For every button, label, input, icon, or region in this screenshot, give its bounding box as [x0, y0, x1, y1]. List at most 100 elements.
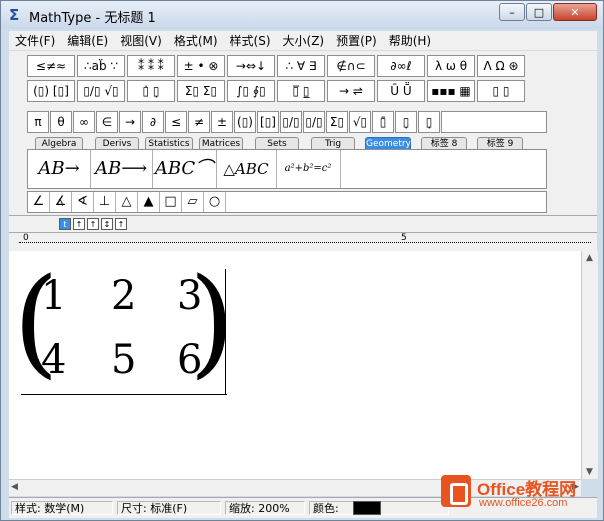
- arrows-palette-button[interactable]: →⇔↓: [227, 55, 275, 77]
- long-vector-ab-template[interactable]: AB⟶: [90, 150, 153, 188]
- relations-palette-button[interactable]: ≤≠≈: [27, 55, 75, 77]
- color-swatch: [353, 501, 381, 515]
- subscript-template-button[interactable]: ▯̣: [395, 111, 417, 133]
- infinity-symbol-button[interactable]: ∞: [73, 111, 95, 133]
- subscript-left-template-button[interactable]: ▯̣: [418, 111, 440, 133]
- circle-icon[interactable]: ○: [204, 192, 226, 212]
- square-icon[interactable]: □: [160, 192, 182, 212]
- triangle-abc-template[interactable]: △ABC: [216, 150, 277, 188]
- menu-format[interactable]: 格式(M): [168, 32, 224, 49]
- labeled-arrows-palette-button[interactable]: → ⇌: [327, 80, 375, 102]
- arc-abc-template[interactable]: ABC⌒: [152, 150, 217, 188]
- maximize-button[interactable]: □: [526, 3, 552, 21]
- small-fraction-template-button[interactable]: ▯/▯: [303, 111, 325, 133]
- size-full-button[interactable]: t: [59, 218, 71, 230]
- menu-preferences[interactable]: 预置(P): [330, 32, 383, 49]
- mathtype-window: Σ MathType - 无标题 1 – □ ✕ 文件(F) 编辑(E) 视图(…: [0, 0, 604, 521]
- menu-help[interactable]: 帮助(H): [383, 32, 437, 49]
- vertical-scrollbar[interactable]: ▲ ▼: [581, 251, 598, 479]
- ruler-mark-5: 5: [401, 233, 407, 243]
- scroll-up-icon[interactable]: ▲: [586, 253, 593, 263]
- greek-uppercase-palette-button[interactable]: Λ Ω ⊛: [477, 55, 525, 77]
- parentheses-template-button[interactable]: (▯): [234, 111, 256, 133]
- summations-palette-button[interactable]: Σ▯ Σ▯: [177, 80, 225, 102]
- theta-symbol-button[interactable]: θ: [50, 111, 72, 133]
- title-bar: Σ MathType - 无标题 1 – □ ✕: [1, 1, 603, 29]
- watermark-url: www.office26.com: [479, 497, 568, 509]
- menu-bar: 文件(F) 编辑(E) 视图(V) 格式(M) 样式(S) 大小(Z) 预置(P…: [9, 31, 597, 50]
- boxes-palette-button[interactable]: ▯ ▯: [477, 80, 525, 102]
- logical-palette-button[interactable]: ∴ ∀ ∃: [277, 55, 325, 77]
- bars-palette-button[interactable]: ▯̅ ▯̲: [277, 80, 325, 102]
- matrix-cell-r2c3[interactable]: 6: [177, 337, 202, 383]
- fraction-template-button[interactable]: ▯/▯: [280, 111, 302, 133]
- matrix-cell-r2c2[interactable]: 5: [111, 337, 136, 383]
- sum-template-button[interactable]: Σ▯: [326, 111, 348, 133]
- matrix-cell-r2c1[interactable]: 4: [41, 337, 66, 383]
- size-toolbar: t ↑ ↑ ↕ ↑: [9, 215, 597, 233]
- geometry-templates: AB→ AB⟶ ABC⌒ △ABC a²+b²=c²: [27, 149, 547, 189]
- partial-symbol-button[interactable]: ∂: [142, 111, 164, 133]
- arrow-symbol-button[interactable]: →: [119, 111, 141, 133]
- menu-size[interactable]: 大小(Z): [277, 32, 331, 49]
- minimize-button[interactable]: –: [499, 3, 525, 21]
- plus-minus-symbol-button[interactable]: ±: [211, 111, 233, 133]
- status-zoom: 缩放: 200%: [225, 501, 305, 515]
- angle-icon[interactable]: ∠: [28, 192, 50, 212]
- fractions-radicals-palette-button[interactable]: ▯∕▯ √▯: [77, 80, 125, 102]
- size-symbol-button[interactable]: ↕: [101, 218, 113, 230]
- parallelogram-icon[interactable]: ▱: [182, 192, 204, 212]
- measured-angle-icon[interactable]: ∡: [50, 192, 72, 212]
- subscripts-palette-button[interactable]: ▯̇ ▯̣: [127, 80, 175, 102]
- products-palette-button[interactable]: Ū Ṻ: [377, 80, 425, 102]
- spherical-angle-icon[interactable]: ∢: [72, 192, 94, 212]
- office-logo-icon: [441, 475, 471, 507]
- operators-palette-button[interactable]: ± • ⊗: [177, 55, 225, 77]
- matrices-palette-button[interactable]: ▪▪▪ ▦: [427, 80, 475, 102]
- menu-edit[interactable]: 编辑(E): [61, 32, 114, 49]
- scroll-left-icon[interactable]: ◀: [11, 482, 18, 492]
- office26-watermark: Office教程网 www.office26.com: [441, 469, 601, 517]
- size-sub-subscript-button[interactable]: ↑: [87, 218, 99, 230]
- menu-view[interactable]: 视图(V): [114, 32, 168, 49]
- equation-editor[interactable]: ( ) 1 2 3 4 5 6: [9, 251, 581, 479]
- matrix-2x3[interactable]: ( ) 1 2 3 4 5 6: [13, 261, 235, 393]
- size-subscript-button[interactable]: ↑: [73, 218, 85, 230]
- insertion-cursor: [225, 269, 226, 395]
- perpendicular-icon[interactable]: ⊥: [94, 192, 116, 212]
- ruler-mark-0: 0: [23, 233, 29, 243]
- greek-lowercase-palette-button[interactable]: λ ω θ: [427, 55, 475, 77]
- misc-symbols-palette-button[interactable]: ∂∞ℓ: [377, 55, 425, 77]
- not-equal-symbol-button[interactable]: ≠: [188, 111, 210, 133]
- window-title: MathType - 无标题 1: [29, 11, 156, 26]
- matrix-cell-r1c3[interactable]: 3: [177, 273, 202, 319]
- overbar-template-button[interactable]: ▯̄: [372, 111, 394, 133]
- brackets-template-button[interactable]: [▯]: [257, 111, 279, 133]
- vector-ab-template[interactable]: AB→: [28, 150, 91, 188]
- close-button[interactable]: ✕: [553, 3, 597, 21]
- embellishments-palette-button[interactable]: ⁑ ⁑ ⁑: [127, 55, 175, 77]
- fences-palette-button[interactable]: (▯) [▯]: [27, 80, 75, 102]
- equation-baseline: [21, 394, 227, 395]
- integrals-palette-button[interactable]: ∫▯ ∮▯: [227, 80, 275, 102]
- size-sub-symbol-button[interactable]: ↑: [115, 218, 127, 230]
- toolbar-panel: ≤≠≈ ∴ab̈ ∵ ⁑ ⁑ ⁑ ± • ⊗ →⇔↓ ∴ ∀ ∃ ∉∩⊂ ∂∞ℓ…: [27, 53, 547, 215]
- custom-symbol-slot[interactable]: [441, 111, 547, 133]
- triangle-icon[interactable]: △: [116, 192, 138, 212]
- matrix-cell-r1c1[interactable]: 1: [41, 273, 66, 319]
- set-theory-palette-button[interactable]: ∉∩⊂: [327, 55, 375, 77]
- less-equal-symbol-button[interactable]: ≤: [165, 111, 187, 133]
- equation-toolbar: ≤≠≈ ∴ab̈ ∵ ⁑ ⁑ ⁑ ± • ⊗ →⇔↓ ∴ ∀ ∃ ∉∩⊂ ∂∞ℓ…: [9, 51, 597, 231]
- pythagorean-template[interactable]: a²+b²=c²: [276, 150, 341, 188]
- ruler[interactable]: 0 5: [9, 232, 597, 252]
- spaces-ellipses-palette-button[interactable]: ∴ab̈ ∵: [77, 55, 125, 77]
- filled-triangle-icon[interactable]: ▲: [138, 192, 160, 212]
- element-of-symbol-button[interactable]: ∈: [96, 111, 118, 133]
- menu-file[interactable]: 文件(F): [9, 32, 61, 49]
- menu-style[interactable]: 样式(S): [224, 32, 277, 49]
- matrix-cell-r1c2[interactable]: 2: [111, 273, 136, 319]
- geometry-symbols: ∠ ∡ ∢ ⊥ △ ▲ □ ▱ ○: [27, 191, 547, 213]
- ruler-line: [19, 242, 591, 243]
- pi-symbol-button[interactable]: π: [27, 111, 49, 133]
- radical-template-button[interactable]: √▯: [349, 111, 371, 133]
